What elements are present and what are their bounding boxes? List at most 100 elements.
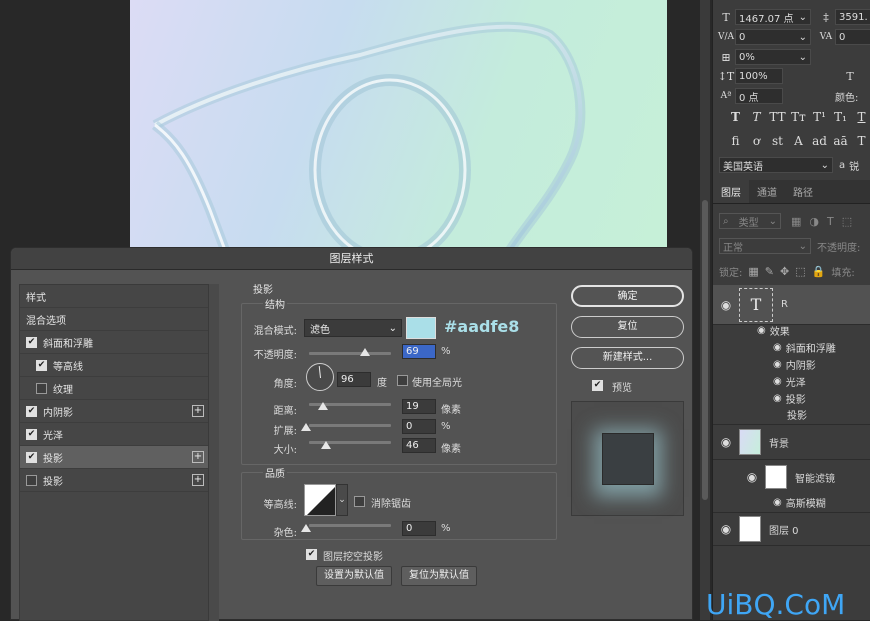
canvas-vertical-scrollbar[interactable] (700, 0, 710, 620)
old-style-icon[interactable]: ơ (746, 134, 767, 148)
add-effect-plus-icon[interactable]: + (192, 405, 204, 417)
add-effect-plus-icon[interactable]: + (192, 451, 204, 463)
filter-pixel-icon[interactable]: ▦ (791, 215, 801, 228)
lock-artboard-icon[interactable]: ⬚ (795, 265, 805, 278)
scrollbar-thumb[interactable] (702, 200, 708, 500)
layer-row-text[interactable]: ◉ T R (713, 285, 870, 325)
all-caps-icon[interactable]: TT (767, 110, 788, 124)
checkbox-checked-icon[interactable]: ✔ (36, 359, 47, 371)
visibility-eye-icon[interactable]: ◉ (773, 342, 782, 353)
effect-drop-shadow-hidden[interactable]: 投影 (787, 406, 807, 422)
layer-blend-mode[interactable]: 正常 ⌄ (719, 238, 811, 254)
small-caps-icon[interactable]: Tт (788, 110, 809, 124)
reset-default-button[interactable]: 复位为默认值 (401, 566, 477, 586)
filter-type-icon[interactable]: T (827, 215, 834, 228)
style-item-texture[interactable]: 纹理 (20, 377, 208, 400)
filter-shape-icon[interactable]: ⬚ (842, 215, 852, 228)
layer-row-background[interactable]: ◉ 背景 (713, 424, 870, 460)
fractions-icon[interactable]: T (851, 134, 870, 148)
vertical-scale-field[interactable]: 100% (735, 68, 783, 84)
lock-image-icon[interactable]: ✎ (765, 265, 774, 278)
font-size-field[interactable]: 1467.07 点 ⌄ (735, 9, 811, 25)
checkbox-checked-icon[interactable]: ✔ (26, 405, 37, 417)
visibility-eye-icon[interactable]: ◉ (713, 298, 739, 312)
checkbox-unchecked-icon[interactable] (26, 474, 37, 486)
style-item-drop-shadow-2[interactable]: 投影 + (20, 469, 208, 492)
visibility-eye-icon[interactable]: ◉ (713, 435, 739, 449)
lock-position-icon[interactable]: ✥ (780, 265, 789, 278)
opacity-input[interactable]: 69 (402, 344, 436, 359)
size-slider-thumb[interactable] (321, 441, 331, 449)
tracking-field[interactable]: 0 (835, 29, 870, 45)
layer-name[interactable]: R (781, 299, 788, 310)
tab-paths[interactable]: 路径 (785, 180, 821, 203)
opacity-slider-track[interactable] (309, 352, 391, 355)
style-item-satin[interactable]: ✔ 光泽 (20, 423, 208, 446)
layer-name[interactable]: 背景 (769, 435, 789, 450)
reset-button[interactable]: 复位 (571, 316, 684, 338)
language-select[interactable]: 美国英语 ⌄ (719, 157, 833, 173)
ligatures-icon[interactable]: fi (725, 134, 746, 148)
effects-header[interactable]: ◉ 效果 (757, 322, 790, 338)
spread-slider-track[interactable] (309, 424, 391, 427)
superscript-icon[interactable]: T¹ (809, 110, 830, 124)
knockout-checkbox[interactable]: ✔ (306, 549, 317, 560)
filter-gaussian-blur[interactable]: ◉ 高斯模糊 (773, 494, 826, 510)
blend-mode-select[interactable]: 滤色 ⌄ (304, 319, 402, 337)
contour-dropdown[interactable]: ⌄ (336, 484, 348, 516)
visibility-eye-icon[interactable]: ◉ (773, 393, 782, 404)
effect-satin[interactable]: ◉ 光泽 (773, 373, 806, 389)
underline-icon[interactable]: T (851, 110, 870, 124)
size-input[interactable]: 46 (402, 438, 436, 453)
effect-bevel[interactable]: ◉ 斜面和浮雕 (773, 339, 836, 355)
visibility-eye-icon[interactable]: ◉ (757, 325, 766, 336)
layer-name[interactable]: 图层 0 (769, 522, 799, 537)
checkbox-unchecked-icon[interactable] (36, 382, 47, 394)
visibility-eye-icon[interactable]: ◉ (773, 359, 782, 370)
swash-icon[interactable]: st (767, 134, 788, 148)
antialias-value[interactable]: 锐 (849, 158, 859, 173)
tab-channels[interactable]: 通道 (749, 180, 785, 203)
effect-drop-shadow[interactable]: ◉ 投影 (773, 390, 806, 406)
angle-dial[interactable] (306, 363, 334, 391)
tab-layers[interactable]: 图层 (713, 180, 749, 203)
global-light-checkbox[interactable] (397, 375, 408, 386)
baseline-shift-field[interactable]: 0 点 (735, 88, 783, 104)
lock-all-icon[interactable]: 🔒 (812, 265, 826, 278)
effect-inner-shadow[interactable]: ◉ 内阴影 (773, 356, 816, 372)
ok-button[interactable]: 确定 (571, 285, 684, 307)
leading-field[interactable]: 3591. (835, 9, 870, 25)
titling-icon[interactable]: ad (809, 134, 830, 148)
visibility-eye-icon[interactable]: ◉ (739, 470, 765, 484)
noise-input[interactable]: 0 (402, 521, 436, 536)
filter-adjustment-icon[interactable]: ◑ (809, 215, 819, 228)
checkbox-checked-icon[interactable]: ✔ (26, 336, 37, 348)
noise-slider-track[interactable] (309, 524, 391, 527)
style-item-drop-shadow-selected[interactable]: ✔ 投影 + (20, 446, 208, 469)
style-item-styles[interactable]: 样式 (20, 285, 208, 308)
kerning-field[interactable]: 0 ⌄ (735, 29, 811, 45)
checkbox-checked-icon[interactable]: ✔ (26, 428, 37, 440)
contour-preview[interactable] (304, 484, 336, 516)
layer-row-layer0[interactable]: ◉ 图层 0 (713, 512, 870, 546)
style-item-contour[interactable]: ✔ 等高线 (20, 354, 208, 377)
subscript-icon[interactable]: T₁ (830, 110, 851, 124)
spread-input[interactable]: 0 (402, 419, 436, 434)
visibility-eye-icon[interactable]: ◉ (713, 522, 739, 536)
new-style-button[interactable]: 新建样式... (571, 347, 684, 369)
faux-italic-icon[interactable]: T (746, 110, 767, 124)
alternates-icon[interactable]: A (788, 134, 809, 148)
tsume-field[interactable]: 0% ⌄ (735, 49, 811, 65)
faux-bold-icon[interactable]: T (725, 110, 746, 124)
smart-filter-row[interactable]: ◉ 智能滤镜 (713, 461, 870, 493)
lock-transparent-icon[interactable]: ▦ (748, 265, 758, 278)
opacity-slider-thumb[interactable] (360, 348, 370, 356)
layer-kind-filter[interactable]: ⌕ 类型 ⌄ (719, 213, 781, 229)
distance-slider-thumb[interactable] (318, 402, 328, 410)
style-item-bevel-emboss[interactable]: ✔ 斜面和浮雕 (20, 331, 208, 354)
shadow-color-swatch[interactable] (406, 317, 436, 339)
distance-input[interactable]: 19 (402, 399, 436, 414)
visibility-eye-icon[interactable]: ◉ (773, 497, 782, 508)
preview-checkbox[interactable]: ✔ (592, 380, 603, 391)
ordinals-icon[interactable]: aā (830, 134, 851, 148)
